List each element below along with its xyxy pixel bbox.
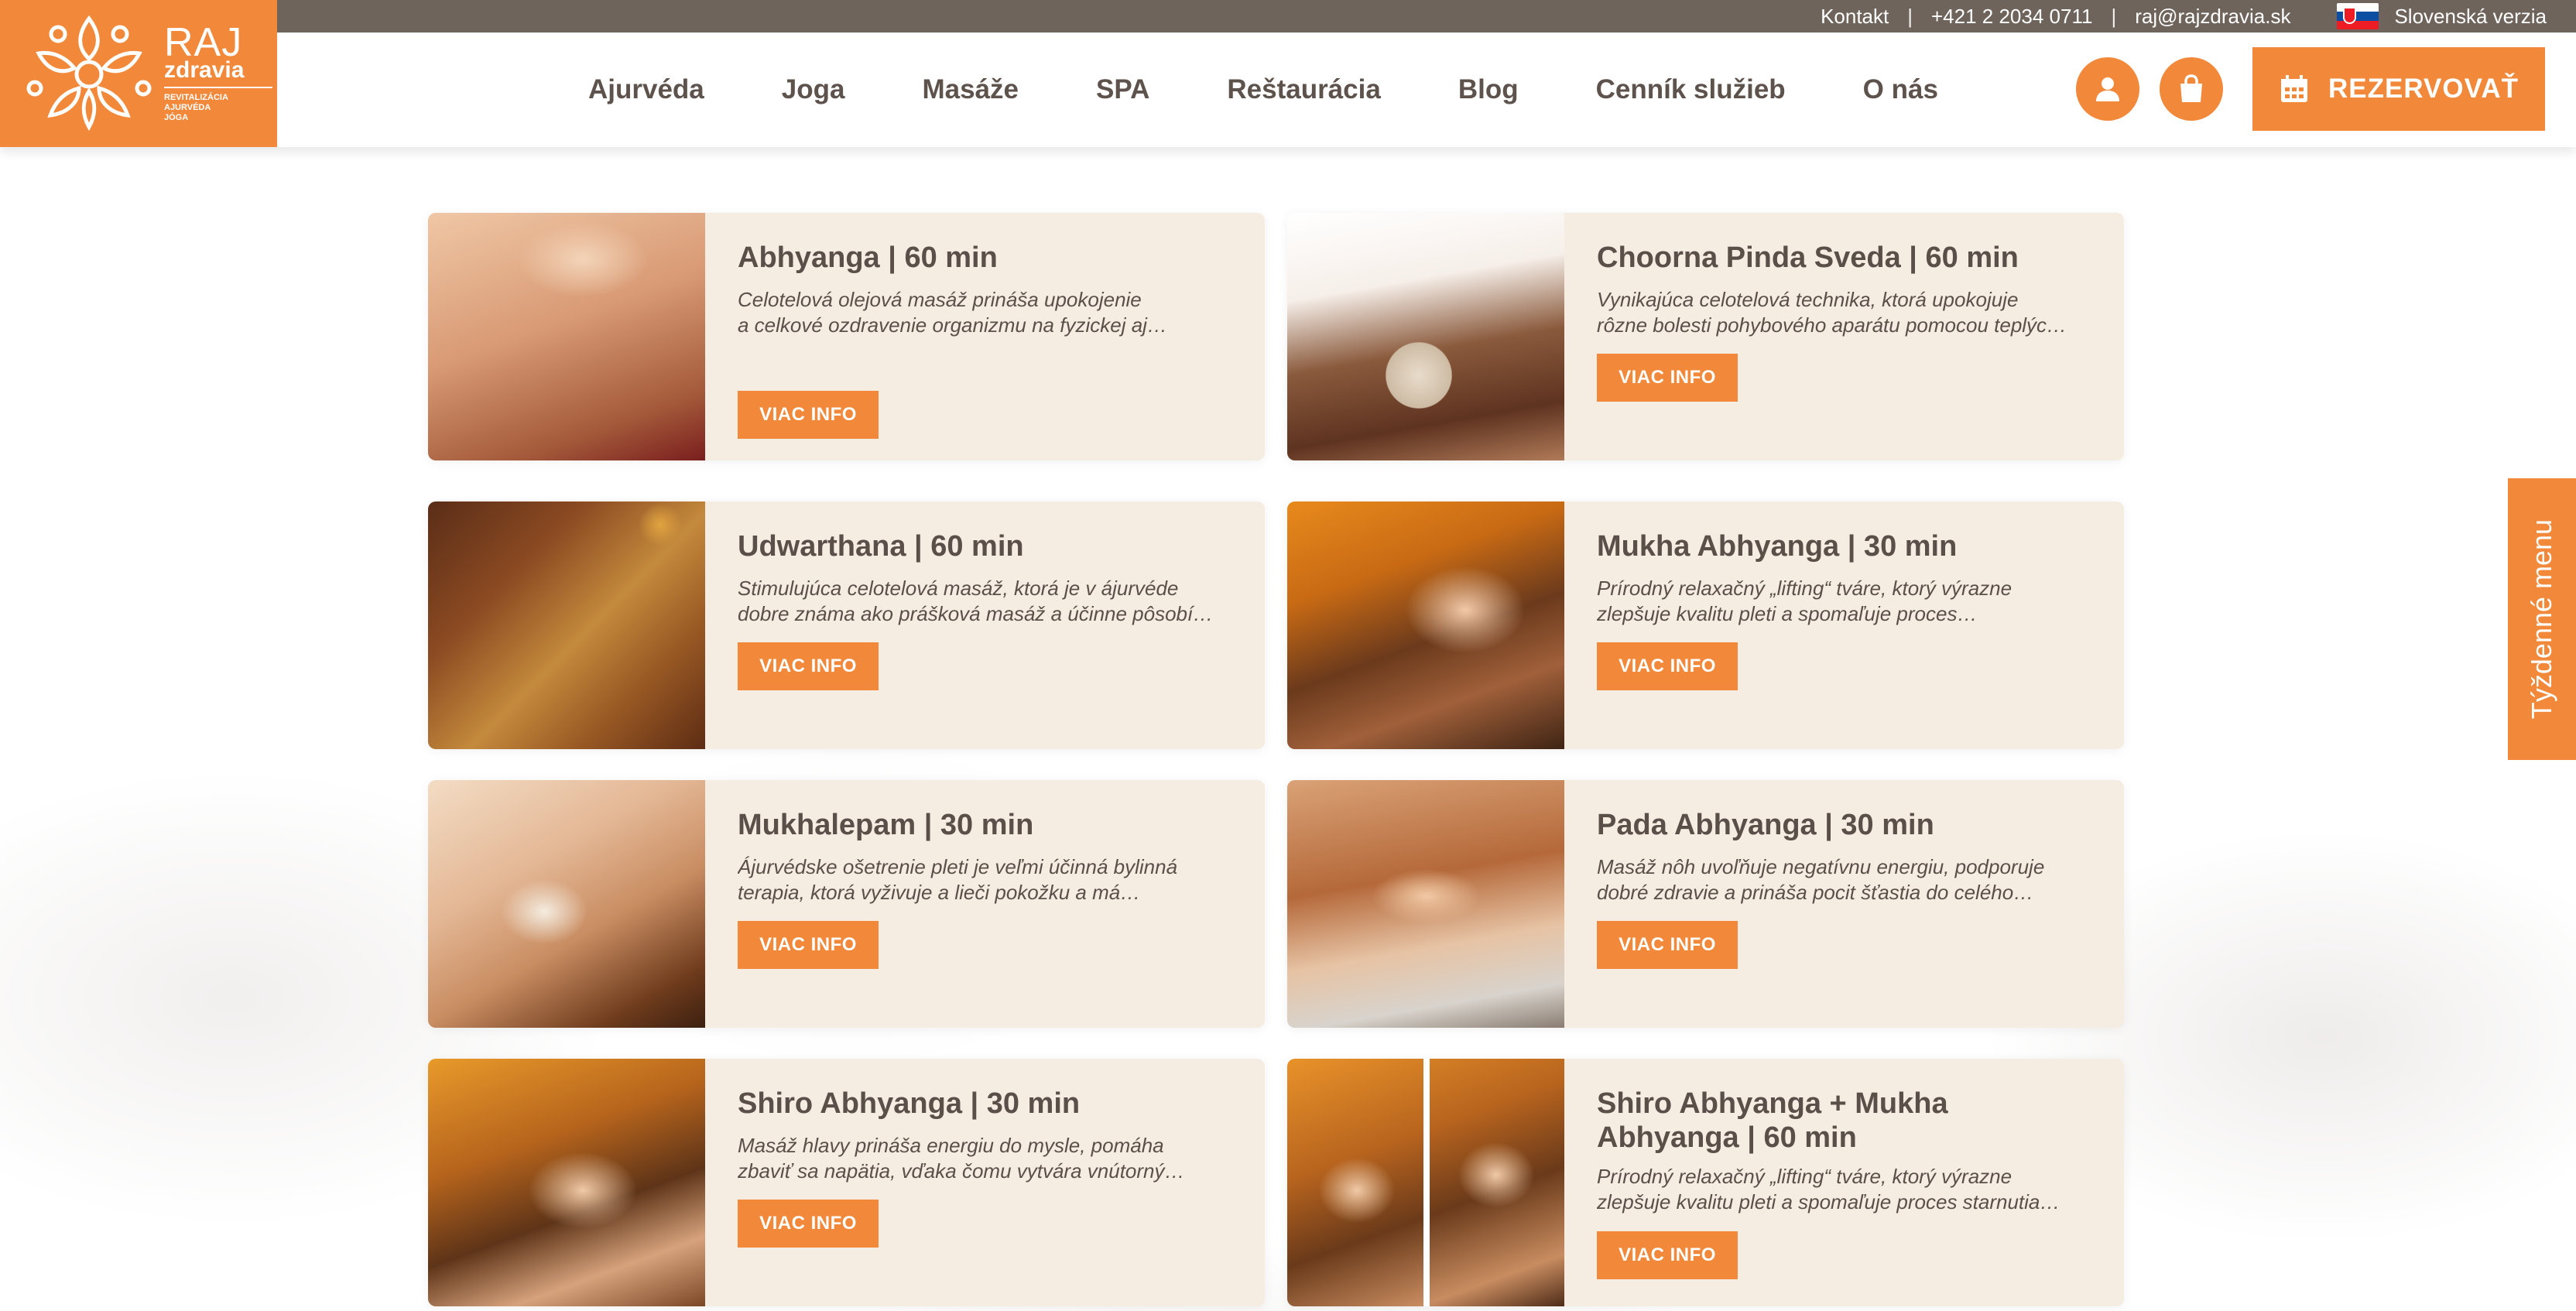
nav-item-joga[interactable]: Joga: [782, 74, 845, 105]
card-content: Abhyanga | 60 min Celotelová olejová mas…: [738, 241, 1233, 338]
reserve-button[interactable]: REZERVOVAŤ: [2252, 47, 2545, 131]
more-info-button[interactable]: VIAC INFO: [1597, 921, 1738, 969]
card-pada-abhyanga: Pada Abhyanga | 30 min Masáž nôh uvoľňuj…: [1287, 780, 2124, 1028]
card-content: Mukhalepam | 30 min Ájurvédske ošetrenie…: [738, 808, 1233, 905]
card-description: Stimulujúca celotelová masáž, ktorá je v…: [738, 577, 1214, 625]
card-image: [428, 1059, 705, 1306]
language-switch[interactable]: Slovenská verzia: [2394, 5, 2547, 29]
site-logo[interactable]: RAJ zdravia REVITALIZÁCIA AJURVÉDA JÓGA: [0, 0, 277, 147]
card-description: Celotelová olejová masáž prináša upokoje…: [738, 288, 1167, 337]
logo-subtitle: zdravia: [164, 57, 245, 83]
card-content: Pada Abhyanga | 30 min Masáž nôh uvoľňuj…: [1597, 808, 2092, 905]
more-info-button[interactable]: VIAC INFO: [738, 391, 879, 439]
card-udwarthana: Udwarthana | 60 min Stimulujúca celotelo…: [428, 501, 1265, 749]
nav-item-ajurveda[interactable]: Ajurvéda: [588, 74, 704, 105]
card-mukha-abhyanga: Mukha Abhyanga | 30 min Prírodný relaxač…: [1287, 501, 2124, 749]
card-description: Masáž nôh uvoľňuje negatívnu energiu, po…: [1597, 855, 2045, 904]
email-link[interactable]: raj@rajzdravia.sk: [2135, 5, 2290, 29]
card-description: Vynikajúca celotelová technika, ktorá up…: [1597, 288, 2067, 337]
more-info-button[interactable]: VIAC INFO: [1597, 354, 1738, 402]
calendar-icon: [2281, 75, 2308, 102]
card-content: Udwarthana | 60 min Stimulujúca celotelo…: [738, 529, 1233, 627]
card-title: Pada Abhyanga | 30 min: [1597, 809, 1934, 841]
contact-link[interactable]: Kontakt: [1821, 5, 1889, 29]
slovak-flag-icon[interactable]: [2337, 3, 2379, 29]
lotus-logo-icon: [26, 15, 152, 132]
card-title: Shiro Abhyanga | 30 min: [738, 1087, 1081, 1120]
more-info-button[interactable]: VIAC INFO: [1597, 1231, 1738, 1279]
nav-item-blog[interactable]: Blog: [1458, 74, 1519, 105]
reserve-label: REZERVOVAŤ: [2328, 74, 2519, 104]
card-image: [428, 780, 705, 1028]
top-utility-bar: Kontakt | +421 2 2034 0711 | raj@rajzdra…: [0, 0, 2576, 33]
card-title: Udwarthana | 60 min: [738, 530, 1024, 563]
more-info-button[interactable]: VIAC INFO: [738, 642, 879, 690]
separator: |: [1907, 4, 1913, 28]
card-image: [1287, 501, 1564, 749]
logo-title: RAJ: [164, 20, 243, 65]
user-icon: [2096, 77, 2119, 101]
card-description: Prírodný relaxačný „lifting“ tváre, ktor…: [1597, 1165, 2060, 1213]
card-content: Shiro Abhyanga + Mukha Abhyanga | 60 min…: [1597, 1087, 2092, 1215]
user-account-button[interactable]: [2076, 57, 2139, 121]
card-content: Shiro Abhyanga | 30 min Masáž hlavy prin…: [738, 1087, 1233, 1184]
more-info-button[interactable]: VIAC INFO: [1597, 642, 1738, 690]
separator: |: [2111, 4, 2117, 28]
card-shiro-mukha-abhyanga: Shiro Abhyanga + Mukha Abhyanga | 60 min…: [1287, 1059, 2124, 1306]
card-description: Ájurvédske ošetrenie pleti je veľmi účin…: [738, 855, 1178, 904]
card-mukhalepam: Mukhalepam | 30 min Ájurvédske ošetrenie…: [428, 780, 1265, 1028]
card-image: [1287, 1059, 1564, 1306]
card-title: Mukhalepam | 30 min: [738, 809, 1034, 841]
card-description: Masáž hlavy prináša energiu do mysle, po…: [738, 1134, 1185, 1183]
cart-button[interactable]: [2160, 57, 2223, 121]
card-title: Choorna Pinda Sveda | 60 min: [1597, 241, 2019, 274]
nav-item-restauracia[interactable]: Reštaurácia: [1227, 74, 1380, 105]
card-content: Mukha Abhyanga | 30 min Prírodný relaxač…: [1597, 529, 2092, 627]
nav-item-masaze[interactable]: Masáže: [922, 74, 1019, 105]
logo-tagline: REVITALIZÁCIA AJURVÉDA JÓGA: [164, 87, 272, 123]
card-shiro-abhyanga: Shiro Abhyanga | 30 min Masáž hlavy prin…: [428, 1059, 1265, 1306]
card-title: Abhyanga | 60 min: [738, 241, 998, 274]
card-description: Prírodný relaxačný „lifting“ tváre, ktor…: [1597, 577, 2012, 625]
card-choorna-pinda-sveda: Choorna Pinda Sveda | 60 min Vynikajúca …: [1287, 213, 2124, 460]
card-image: [1287, 213, 1564, 460]
more-info-button[interactable]: VIAC INFO: [738, 1200, 879, 1248]
card-image: [428, 213, 705, 460]
weekly-menu-tab[interactable]: Týždenné menu: [2508, 478, 2576, 760]
card-abhyanga: Abhyanga | 60 min Celotelová olejová mas…: [428, 213, 1265, 460]
card-content: Choorna Pinda Sveda | 60 min Vynikajúca …: [1597, 241, 2092, 338]
nav-item-cennik[interactable]: Cenník služieb: [1596, 74, 1786, 105]
card-title: Mukha Abhyanga | 30 min: [1597, 530, 1958, 563]
card-image: [1287, 780, 1564, 1028]
shopping-bag-icon: [2180, 74, 2202, 102]
phone-link[interactable]: +421 2 2034 0711: [1931, 5, 2092, 29]
top-links: Kontakt | +421 2 2034 0711 | raj@rajzdra…: [1821, 0, 2547, 33]
card-title: Shiro Abhyanga + Mukha Abhyanga | 60 min: [1597, 1087, 1948, 1154]
more-info-button[interactable]: VIAC INFO: [738, 921, 879, 969]
nav-item-spa[interactable]: SPA: [1096, 74, 1149, 105]
weekly-menu-label: Týždenné menu: [2526, 519, 2557, 720]
card-image: [428, 501, 705, 749]
nav-item-o-nas[interactable]: O nás: [1863, 74, 1938, 105]
main-navigation: Ajurvéda Joga Masáže SPA Reštaurácia Blo…: [588, 33, 1938, 147]
